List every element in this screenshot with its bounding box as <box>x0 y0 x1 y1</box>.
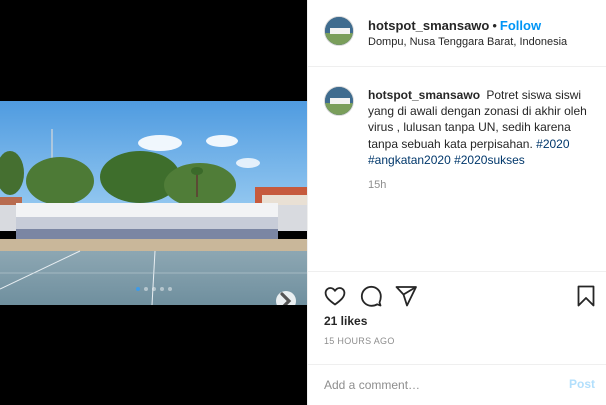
profile-picture-icon <box>325 17 353 45</box>
location-link[interactable]: Dompu, Nusa Tenggara Barat, Indonesia <box>368 36 567 48</box>
profile-picture-icon <box>325 87 353 115</box>
like-button[interactable] <box>323 284 347 308</box>
group-photo-image <box>0 101 307 305</box>
next-slide-button[interactable] <box>276 291 296 305</box>
carousel-dot <box>159 287 164 291</box>
caption-avatar[interactable] <box>324 86 354 116</box>
caption-time: 15h <box>368 179 387 191</box>
follow-button[interactable]: Follow <box>500 18 541 33</box>
separator-dot: • <box>492 18 497 33</box>
post-header: hotspot_smansawo • Follow Dompu, Nusa Teng… <box>308 0 606 67</box>
post-timestamp[interactable]: 15 HOURS AGO <box>324 336 395 346</box>
caption-username[interactable]: hotspot_smansawo <box>368 88 480 102</box>
carousel-dot <box>143 287 148 291</box>
share-icon <box>395 286 417 307</box>
comment-input[interactable] <box>324 365 554 405</box>
action-bar: 21 likes 15 HOURS AGO <box>308 271 606 364</box>
bookmark-button[interactable] <box>574 284 598 308</box>
carousel-dot <box>151 287 156 291</box>
add-comment-bar: Post <box>308 364 606 405</box>
post-photo[interactable] <box>0 101 307 305</box>
comment-button[interactable] <box>359 284 383 308</box>
heart-icon <box>324 287 346 306</box>
header-line: hotspot_smansawo • Follow <box>368 18 541 33</box>
post-comment-button[interactable]: Post <box>569 377 595 391</box>
share-button[interactable] <box>394 284 418 308</box>
bookmark-icon <box>577 285 595 307</box>
carousel-dot <box>167 287 172 291</box>
caption: hotspot_smansawo Potret siswa siswi yang… <box>368 87 594 168</box>
carousel-dot <box>135 287 140 291</box>
username-link[interactable]: hotspot_smansawo <box>368 18 489 33</box>
media-pane <box>0 0 307 405</box>
comment-icon <box>360 285 382 307</box>
post-sidebar: hotspot_smansawo • Follow Dompu, Nusa Teng… <box>307 0 606 405</box>
carousel-indicators <box>0 287 307 291</box>
comments-area: hotspot_smansawo Potret siswa siswi yang… <box>308 67 606 271</box>
avatar[interactable] <box>324 16 354 46</box>
likes-count[interactable]: 21 likes <box>324 314 367 328</box>
